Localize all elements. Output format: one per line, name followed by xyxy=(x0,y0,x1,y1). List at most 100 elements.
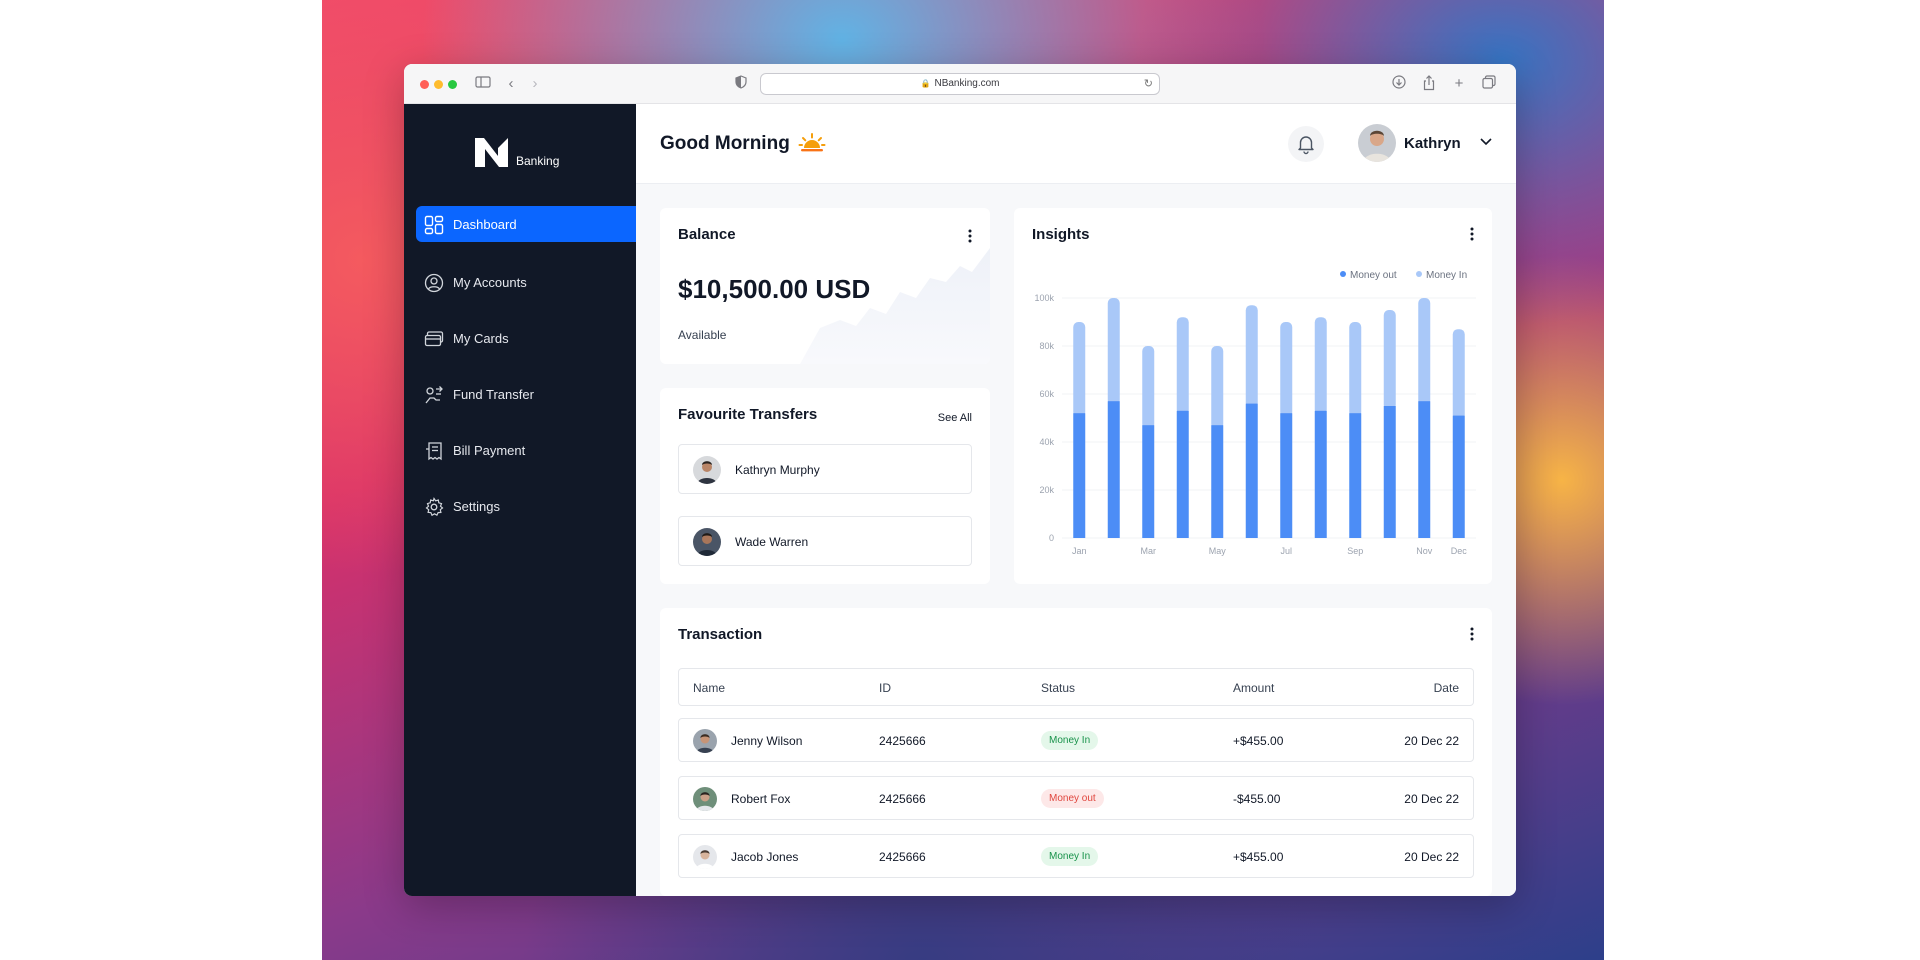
bar-money-in xyxy=(1280,322,1293,418)
page-title: Good Morning xyxy=(660,133,790,154)
legend-label: Money out xyxy=(1350,270,1397,281)
y-tick-label: 40k xyxy=(1039,437,1054,447)
table-header: Name ID Status Amount Date xyxy=(678,668,1474,706)
dashboard-grid-icon xyxy=(424,215,444,235)
avatar xyxy=(693,787,717,811)
bar-money-out xyxy=(1383,406,1396,538)
x-tick-label: Sep xyxy=(1347,546,1363,556)
back-icon[interactable]: ‹ xyxy=(502,75,520,93)
sidebar-item-label: My Cards xyxy=(453,331,509,346)
share-icon[interactable] xyxy=(1420,75,1438,93)
table-row[interactable]: Jacob Jones 2425666 Money In +$455.00 20… xyxy=(678,834,1474,878)
contact-name: Wade Warren xyxy=(735,535,809,549)
bar-money-in xyxy=(1349,322,1362,418)
bar-money-in xyxy=(1211,346,1224,430)
x-tick-label: Nov xyxy=(1416,546,1433,556)
favourite-contact[interactable]: Wade Warren xyxy=(678,516,972,566)
sidebar-item-label: Settings xyxy=(453,499,500,514)
y-tick-label: 60k xyxy=(1039,389,1054,399)
column-header-id[interactable]: ID xyxy=(879,681,891,695)
row-date: 20 Dec 22 xyxy=(1404,792,1459,806)
sidebar-item-settings[interactable]: Settings xyxy=(416,488,636,524)
privacy-shield-icon[interactable] xyxy=(732,75,750,93)
column-header-date[interactable]: Date xyxy=(1434,681,1459,695)
bar-money-in xyxy=(1452,329,1465,420)
y-tick-label: 100k xyxy=(1034,293,1054,303)
close-window-button[interactable] xyxy=(420,80,429,89)
zoom-window-button[interactable] xyxy=(448,80,457,89)
avatar xyxy=(693,845,717,869)
status-badge: Money In xyxy=(1041,731,1099,750)
minimize-window-button[interactable] xyxy=(434,80,443,89)
sidebar-item-fund-transfer[interactable]: Fund Transfer xyxy=(416,376,636,412)
transaction-title: Transaction xyxy=(678,626,763,643)
bar-money-in xyxy=(1314,317,1327,415)
bar-money-out xyxy=(1107,401,1120,538)
row-id: 2425666 xyxy=(879,792,926,806)
favourite-contact[interactable]: Kathryn Murphy xyxy=(678,444,972,494)
bar-money-in xyxy=(1418,298,1431,406)
transfer-icon xyxy=(425,386,443,404)
tab-overview-icon[interactable] xyxy=(1480,75,1498,93)
n-logo-icon xyxy=(475,138,508,167)
y-tick-label: 20k xyxy=(1039,485,1054,495)
row-id: 2425666 xyxy=(879,850,926,864)
sidebar-item-my-accounts[interactable]: My Accounts xyxy=(416,264,636,300)
column-header-amount[interactable]: Amount xyxy=(1233,681,1274,695)
avatar xyxy=(693,528,721,556)
receipt-icon xyxy=(426,442,442,461)
x-tick-label: Jul xyxy=(1280,546,1292,556)
user-avatar[interactable] xyxy=(1358,124,1396,162)
legend-label: Money In xyxy=(1426,270,1468,281)
address-bar[interactable]: 🔒 NBanking.com ↻ xyxy=(760,73,1160,95)
bar-money-in xyxy=(1383,310,1396,410)
new-tab-icon[interactable]: + xyxy=(1450,75,1468,93)
see-all-link[interactable]: See All xyxy=(938,412,972,424)
row-id: 2425666 xyxy=(879,734,926,748)
avatar xyxy=(693,456,721,484)
insights-bar-chart: 0 20k 40k 60k 80k 100k Jan Mar May Jul Sep Nov Dec xyxy=(1034,293,1476,556)
sidebar-item-dashboard[interactable]: Dashboard xyxy=(416,206,636,242)
notifications-button[interactable] xyxy=(1288,126,1324,162)
sunrise-icon xyxy=(798,133,826,152)
cards-icon xyxy=(424,331,444,347)
balance-title: Balance xyxy=(678,226,736,243)
more-options-icon[interactable] xyxy=(962,228,978,244)
row-amount: -$455.00 xyxy=(1233,792,1281,806)
status-badge: Money In xyxy=(1041,847,1099,866)
row-amount: +$455.00 xyxy=(1233,734,1284,748)
table-row[interactable]: Robert Fox 2425666 Money out -$455.00 20… xyxy=(678,776,1474,820)
insights-card: Insights Money out Money In 0 20k 40k 60k 80… xyxy=(1014,208,1492,584)
brand-logo[interactable]: Banking xyxy=(474,136,574,172)
user-name[interactable]: Kathryn xyxy=(1404,135,1461,152)
chevron-down-icon[interactable] xyxy=(1478,133,1494,149)
sidebar-item-my-cards[interactable]: My Cards xyxy=(416,320,636,356)
legend-money-out: Money out xyxy=(1340,270,1397,281)
y-tick-label: 80k xyxy=(1039,341,1054,351)
row-name: Jenny Wilson xyxy=(731,734,803,748)
balance-card: Balance $10,500.00 USD Available xyxy=(660,208,990,364)
more-options-icon[interactable] xyxy=(1464,626,1480,642)
more-options-icon[interactable] xyxy=(1464,226,1480,242)
browser-titlebar: ‹ › 🔒 NBanking.com ↻ + xyxy=(404,64,1516,104)
download-icon[interactable] xyxy=(1390,75,1408,93)
bar-money-out xyxy=(1211,425,1224,538)
sidebar-toggle-icon[interactable] xyxy=(474,75,492,93)
sidebar-item-label: Bill Payment xyxy=(453,443,526,458)
bar-money-out xyxy=(1418,401,1431,538)
bar-money-in xyxy=(1142,346,1155,430)
forward-icon[interactable]: › xyxy=(526,75,544,93)
column-header-name[interactable]: Name xyxy=(693,681,725,695)
sidebar-item-bill-payment[interactable]: Bill Payment xyxy=(416,432,636,468)
bar-money-out xyxy=(1452,415,1465,538)
lock-icon: 🔒 xyxy=(920,79,931,88)
table-row[interactable]: Jenny Wilson 2425666 Money In +$455.00 2… xyxy=(678,718,1474,762)
avatar xyxy=(693,729,717,753)
contact-name: Kathryn Murphy xyxy=(735,463,820,477)
column-header-status[interactable]: Status xyxy=(1041,681,1075,695)
bell-icon xyxy=(1298,136,1314,155)
sidebar-item-label: Dashboard xyxy=(453,217,517,232)
reload-icon[interactable]: ↻ xyxy=(1144,74,1153,94)
row-date: 20 Dec 22 xyxy=(1404,850,1459,864)
legend-dot xyxy=(1416,271,1422,277)
